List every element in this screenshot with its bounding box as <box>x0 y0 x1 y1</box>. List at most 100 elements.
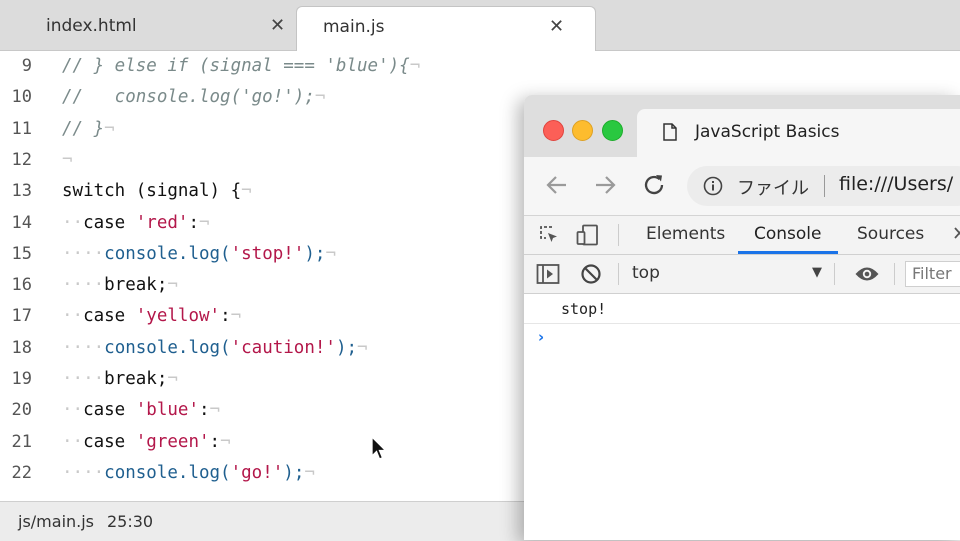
browser-window: JavaScript Basics ファイル file:///Users/ El… <box>524 95 960 540</box>
code-token: ¬ <box>409 56 421 76</box>
code-text: ··case 'green':¬ <box>62 427 231 458</box>
code-line[interactable]: 9 // } else if (signal === 'blue'){¬ <box>0 51 960 82</box>
code-token: 'red' <box>135 212 189 233</box>
show-sidebar-icon[interactable] <box>536 263 560 290</box>
line-number: 14 <box>11 212 32 233</box>
code-token: ¬ <box>230 306 242 327</box>
code-text: // console.log('go!');¬ <box>62 82 325 113</box>
line-number: 10 <box>11 87 32 108</box>
code-token: 'green' <box>135 431 210 452</box>
forward-arrow-icon[interactable] <box>592 172 618 202</box>
code-token: 'blue' <box>135 400 199 421</box>
active-tab-indicator <box>738 251 838 254</box>
code-token: ¬ <box>104 118 115 139</box>
code-token: ···· <box>62 462 105 483</box>
code-token: break; <box>104 275 168 296</box>
code-token: (signal) { <box>125 181 242 202</box>
code-token: case <box>83 400 136 421</box>
dropdown-arrow-icon[interactable]: ▼ <box>812 265 822 280</box>
code-token: switch <box>62 181 126 202</box>
code-token: console.log( <box>104 243 231 264</box>
toolbar-divider <box>618 263 619 285</box>
editor-tab-bar: index.html ✕ main.js ✕ <box>0 0 960 51</box>
code-text: ····console.log('caution!');¬ <box>62 333 368 364</box>
eye-icon[interactable] <box>854 264 880 289</box>
code-text: ····break;¬ <box>62 364 178 395</box>
code-token: 'stop!' <box>230 243 305 264</box>
code-token: // } <box>62 118 105 139</box>
code-text: ··case 'yellow':¬ <box>62 301 241 332</box>
code-token: ¬ <box>357 337 368 358</box>
browser-title-bar: JavaScript Basics <box>524 95 960 157</box>
code-token: ···· <box>62 369 105 389</box>
mouse-pointer-icon <box>370 435 388 466</box>
info-icon[interactable] <box>703 176 723 200</box>
filter-input[interactable]: Filter <box>905 261 960 287</box>
code-text: ····break;¬ <box>62 270 178 301</box>
context-selector[interactable]: top <box>632 263 660 283</box>
code-token: ···· <box>62 337 105 358</box>
zoom-window-button[interactable] <box>602 120 623 141</box>
address-bar[interactable]: ファイル file:///Users/ <box>687 166 960 206</box>
code-token: ¬ <box>199 212 210 233</box>
toolbar-divider <box>834 263 835 285</box>
code-token: ¬ <box>325 243 336 264</box>
reload-icon[interactable] <box>641 172 667 202</box>
code-token: 'go!' <box>230 462 284 483</box>
console-message: stop! <box>524 294 960 324</box>
devtools-tab-bar: Elements Console Sources <box>524 216 960 255</box>
code-token: 'caution!' <box>230 337 336 358</box>
code-token: : <box>209 431 221 452</box>
clear-console-icon[interactable] <box>580 263 602 290</box>
code-text: ¬ <box>62 145 73 176</box>
tab-index-html[interactable]: index.html ✕ <box>14 6 304 50</box>
code-token: ¬ <box>209 400 221 421</box>
toolbar-divider <box>618 224 619 246</box>
code-text: ····console.log('stop!');¬ <box>62 239 336 270</box>
code-text: // } else if (signal === 'blue'){¬ <box>62 51 420 82</box>
device-toolbar-icon[interactable] <box>576 224 600 251</box>
console-message-text: stop! <box>561 300 607 318</box>
code-token: ···· <box>62 243 105 264</box>
tab-elements[interactable]: Elements <box>646 224 725 244</box>
code-token: ·· <box>62 431 84 452</box>
close-window-button[interactable] <box>543 120 564 141</box>
code-token: break; <box>104 369 168 389</box>
console-output[interactable]: stop! › <box>524 294 960 540</box>
close-icon[interactable]: ✕ <box>549 16 564 37</box>
url-text[interactable]: file:///Users/ <box>839 173 953 195</box>
code-token: ); <box>283 462 305 483</box>
code-token: console.log( <box>104 462 231 483</box>
code-token: ¬ <box>220 431 231 452</box>
tab-sources[interactable]: Sources <box>857 224 924 244</box>
more-tabs-icon[interactable] <box>952 223 960 248</box>
code-token: // console.log('go!'); <box>62 87 315 108</box>
tab-main-js[interactable]: main.js ✕ <box>296 6 596 51</box>
tab-label: main.js <box>323 17 385 37</box>
toolbar-divider <box>894 263 895 285</box>
tab-console[interactable]: Console <box>754 224 822 244</box>
code-text: ··case 'red':¬ <box>62 208 210 239</box>
line-number: 22 <box>11 462 32 483</box>
browser-tab-title: JavaScript Basics <box>695 122 840 142</box>
browser-tab[interactable]: JavaScript Basics <box>637 109 960 157</box>
code-token: ···· <box>62 275 105 296</box>
line-number: 9 <box>21 56 32 76</box>
minimize-window-button[interactable] <box>572 120 593 141</box>
line-number: 20 <box>11 400 32 421</box>
code-token: console.log( <box>104 337 231 358</box>
inspect-element-icon[interactable] <box>538 224 560 251</box>
code-token: ·· <box>62 400 84 421</box>
code-token: // } else if (signal === 'blue'){ <box>62 56 410 76</box>
code-text: ··case 'blue':¬ <box>62 395 220 426</box>
code-token: case <box>83 212 136 233</box>
console-prompt-icon[interactable]: › <box>538 328 544 346</box>
line-number: 21 <box>11 431 32 452</box>
code-token: case <box>83 431 136 452</box>
status-file-path: js/main.js <box>18 512 95 531</box>
code-text: switch (signal) {¬ <box>62 176 252 207</box>
close-icon[interactable]: ✕ <box>270 15 285 36</box>
line-number: 11 <box>11 118 32 139</box>
line-number: 18 <box>11 337 32 358</box>
back-arrow-icon[interactable] <box>544 172 570 202</box>
